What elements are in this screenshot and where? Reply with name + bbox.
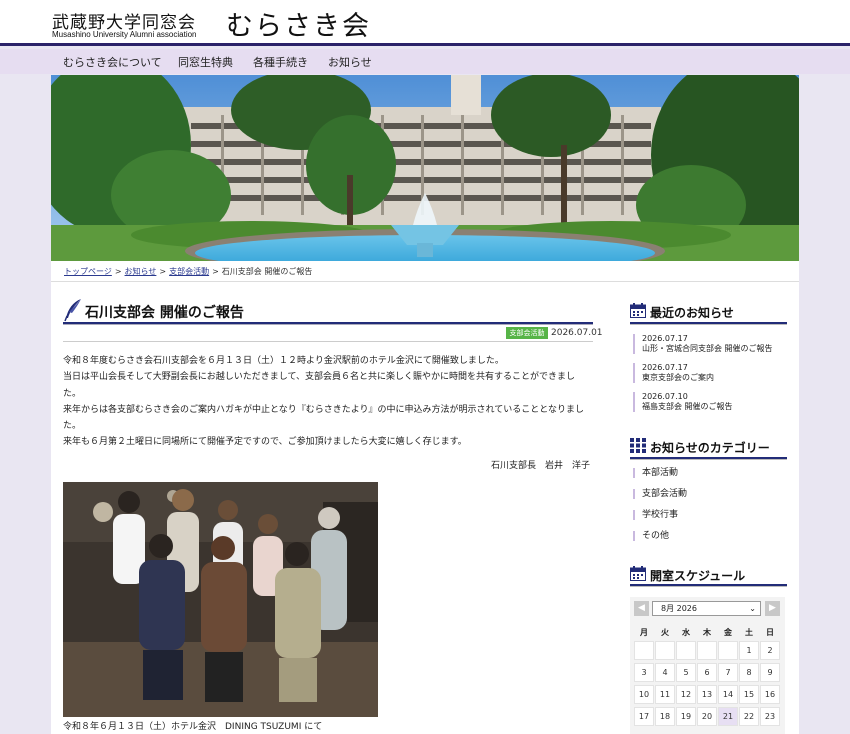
- breadcrumb-link-branch[interactable]: 支部会活動: [169, 267, 209, 276]
- calendar-weekday: 月: [640, 628, 648, 637]
- category-link-school-events[interactable]: 学校行事: [633, 510, 678, 520]
- calendar-day[interactable]: 9: [760, 663, 780, 682]
- calendar-day[interactable]: 13: [697, 685, 717, 704]
- calendar-weekday: 木: [703, 628, 711, 637]
- post-paragraph: た。: [63, 388, 82, 399]
- category-link-headquarters[interactable]: 本部活動: [633, 468, 678, 478]
- calendar-prev-button[interactable]: ◀: [634, 601, 649, 616]
- calendar-day[interactable]: 4: [655, 663, 675, 682]
- campus-fountain-illustration: [51, 75, 799, 261]
- calendar-day[interactable]: 5: [676, 663, 696, 682]
- recent-news-title: 東京支部会のご案内: [642, 373, 714, 382]
- post-date: 2026.07.01: [551, 328, 603, 338]
- chevron-down-icon: ⌄: [749, 604, 756, 613]
- breadcrumb: トップページ > お知らせ > 支部会活動 > 石川支部会 開催のご報告: [64, 267, 313, 276]
- calendar-day[interactable]: 11: [655, 685, 675, 704]
- post-signature: 石川支部長 岩井 洋子: [491, 461, 591, 471]
- nav-item-news[interactable]: お知らせ: [328, 54, 372, 70]
- post-body: 令和８年度むらさき会石川支部会を６月１３日（土）１２時より金沢駅前のホテル金沢に…: [63, 353, 597, 451]
- calendar-empty-day: [634, 641, 654, 660]
- recent-news-date: 2026.07.10: [642, 392, 688, 401]
- photo-caption: 令和８年６月１３日（土）ホテル金沢 DINING TSUZUMI にて: [63, 722, 323, 732]
- calendar-day[interactable]: 19: [676, 707, 696, 726]
- calendar-empty-day: [655, 641, 675, 660]
- calendar-day[interactable]: 2: [760, 641, 780, 660]
- recent-news-item[interactable]: 2026.07.17 東京支部会のご案内: [633, 363, 714, 383]
- calendar-day[interactable]: 12: [676, 685, 696, 704]
- schedule-calendar: ◀ 8月 2026 ⌄ ▶ 月火水木金土日 1 2 3 4 5 6 7 8 9 10 11 12 13 14…: [630, 597, 785, 734]
- calendar-next-button[interactable]: ▶: [765, 601, 780, 616]
- recent-news-title: 福島支部会 開催のご報告: [642, 402, 733, 411]
- calendar-empty-day: [718, 641, 738, 660]
- calendar-empty-day: [697, 641, 717, 660]
- calendar-weekday: 金: [724, 628, 732, 637]
- group-photo-illustration: [63, 482, 378, 717]
- hero-campus-image: [51, 75, 799, 261]
- schedule-underline-thin: [630, 586, 787, 587]
- calendar-weekday: 水: [682, 628, 690, 637]
- calendar-day[interactable]: 8: [739, 663, 759, 682]
- calendar-icon: [630, 303, 646, 318]
- calendar-icon: [630, 566, 646, 581]
- calendar-day[interactable]: 3: [634, 663, 654, 682]
- calendar-day[interactable]: 22: [739, 707, 759, 726]
- recent-news-date: 2026.07.17: [642, 334, 688, 343]
- calendar-day[interactable]: 15: [739, 685, 759, 704]
- recent-news-item[interactable]: 2026.07.10 福島支部会 開催のご報告: [633, 392, 733, 412]
- calendar-day[interactable]: 23: [760, 707, 780, 726]
- calendar-day[interactable]: 16: [760, 685, 780, 704]
- calendar-day[interactable]: 17: [634, 707, 654, 726]
- post-paragraph: た。: [63, 421, 82, 432]
- calendar-month-value: 8月 2026: [661, 604, 697, 613]
- category-badge[interactable]: 支部会活動: [506, 327, 548, 339]
- calendar-day[interactable]: 7: [718, 663, 738, 682]
- calendar-weekday: 土: [745, 628, 753, 637]
- nav-item-benefits[interactable]: 同窓生特典: [178, 54, 233, 70]
- schedule-heading: 開室スケジュール: [650, 569, 746, 583]
- nav-item-about[interactable]: むらさき会について: [63, 54, 162, 70]
- post-paragraph: 来年からは各支部むらさき会のご案内ハガキが中止となり『むらさきたより』の中に申込…: [63, 404, 585, 415]
- post-paragraph: 来年も６月第２土曜日に同場所にて開催予定ですので、ご参加頂けましたら大変に嬉しく…: [63, 437, 467, 448]
- breadcrumb-link-top[interactable]: トップページ: [64, 267, 112, 276]
- breadcrumb-current: 石川支部会 開催のご報告: [221, 267, 313, 276]
- calendar-day[interactable]: 10: [634, 685, 654, 704]
- calendar-day[interactable]: 21: [718, 707, 738, 726]
- category-link-branch[interactable]: 支部会活動: [633, 489, 687, 499]
- calendar-month-select[interactable]: 8月 2026 ⌄: [652, 601, 761, 616]
- calendar-day[interactable]: 18: [655, 707, 675, 726]
- content-area: トップページ > お知らせ > 支部会活動 > 石川支部会 開催のご報告 石川支部会 開催の…: [51, 261, 799, 734]
- recent-news-date: 2026.07.17: [642, 363, 688, 372]
- calendar-weekday: 火: [661, 628, 669, 637]
- category-link-other[interactable]: その他: [633, 531, 669, 541]
- meta-divider: [63, 341, 593, 342]
- main-nav: むらさき会について 同窓生特典 各種手続き お知らせ: [0, 49, 850, 74]
- breadcrumb-link-news[interactable]: お知らせ: [125, 267, 157, 276]
- calendar-day[interactable]: 1: [739, 641, 759, 660]
- categories-heading: お知らせのカテゴリー: [650, 441, 770, 455]
- calendar-empty-day: [676, 641, 696, 660]
- grid-icon: [630, 438, 646, 453]
- recent-news-heading: 最近のお知らせ: [650, 306, 734, 320]
- calendar-day[interactable]: 20: [697, 707, 717, 726]
- recent-news-underline-thin: [630, 324, 787, 325]
- post-paragraph: 令和８年度むらさき会石川支部会を６月１３日（土）１２時より金沢駅前のホテル金沢に…: [63, 356, 504, 366]
- post-title: 石川支部会 開催のご報告: [85, 305, 244, 321]
- calendar-day[interactable]: 6: [697, 663, 717, 682]
- recent-news-item[interactable]: 2026.07.17 山形・宮城合同支部会 開催のご報告: [633, 334, 773, 354]
- categories-underline-thin: [630, 459, 787, 460]
- site-header: 武蔵野大学同窓会 Musashino University Alumni ass…: [0, 0, 850, 46]
- nav-item-procedures[interactable]: 各種手続き: [253, 54, 308, 70]
- title-underline-thin: [63, 324, 593, 325]
- quill-icon: [64, 299, 81, 322]
- group-photo: [63, 482, 378, 717]
- recent-news-title: 山形・宮城合同支部会 開催のご報告: [642, 344, 773, 353]
- calendar-day[interactable]: 14: [718, 685, 738, 704]
- calendar-weekday: 日: [766, 628, 774, 637]
- breadcrumb-divider: [51, 281, 799, 282]
- post-paragraph: 当日は平山会長そして大野副会長にお越しいただきまして、支部会員６名と共に楽しく賑…: [63, 372, 576, 383]
- site-logo-english[interactable]: Musashino University Alumni association: [52, 30, 197, 39]
- site-logo-name[interactable]: むらさき会: [226, 4, 371, 43]
